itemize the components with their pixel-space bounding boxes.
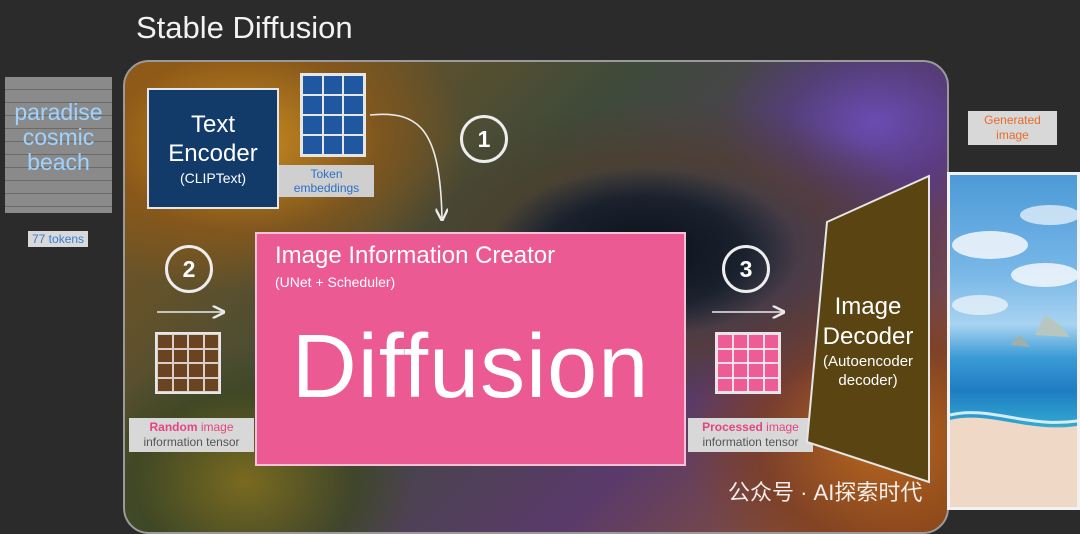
creator-subtitle: (UNet + Scheduler) <box>275 274 396 290</box>
token-embeddings-label-line1: Token <box>310 167 343 181</box>
generated-label-line2: image <box>996 128 1029 142</box>
random-tensor-grid <box>155 332 221 394</box>
arrow-embeddings-to-creator <box>369 113 442 218</box>
random-tensor-label-highlight: Random <box>149 420 198 434</box>
text-encoder-title: Text Encoder <box>149 110 277 168</box>
step-1-circle: 1 <box>460 115 508 163</box>
random-tensor-label-line2: information tensor <box>143 435 240 449</box>
text-encoder-subtitle: (CLIPText) <box>179 170 247 186</box>
step-3-circle: 3 <box>722 245 770 293</box>
creator-title: Image Information Creator <box>275 242 556 269</box>
token-embeddings-label-line2: embeddings <box>293 181 360 195</box>
decoder-sub-line1: (Autoencoder <box>822 353 914 370</box>
processed-tensor-grid <box>715 332 781 394</box>
random-tensor-label-rest: image <box>197 420 234 434</box>
random-tensor-label: Random image information tensor <box>129 418 254 452</box>
text-encoder-box: Text Encoder (CLIPText) <box>147 88 279 209</box>
beach-scene-illustration <box>950 205 1077 507</box>
text-encoder-title-line1: Text <box>190 111 235 138</box>
token-embeddings-grid <box>300 73 366 157</box>
processed-tensor-label: Processed image information tensor <box>688 418 813 452</box>
processed-tensor-label-line2: information tensor <box>702 435 799 449</box>
text-encoder-title-line2: Encoder <box>168 140 258 167</box>
generated-beach-image <box>947 172 1080 510</box>
image-information-creator-box: Image Information Creator (UNet + Schedu… <box>255 232 686 466</box>
processed-tensor-label-rest: image <box>762 420 799 434</box>
decoder-title-line1: Image <box>834 293 902 320</box>
processed-tensor-label-highlight: Processed <box>702 420 763 434</box>
generated-label-line1: Generated <box>984 113 1041 127</box>
watermark: 公众号 · AI探索时代 <box>728 480 923 505</box>
token-embeddings-label: Token embeddings <box>279 165 374 197</box>
generated-image-label: Generated image <box>968 111 1057 145</box>
image-decoder-text: Image Decoder (Autoencoder decoder) <box>810 292 926 390</box>
decoder-title-line2: Decoder <box>822 323 914 350</box>
decoder-sub-line2: decoder) <box>838 372 898 389</box>
step-2-circle: 2 <box>165 245 213 293</box>
creator-diffusion-label: Diffusion <box>291 317 650 417</box>
